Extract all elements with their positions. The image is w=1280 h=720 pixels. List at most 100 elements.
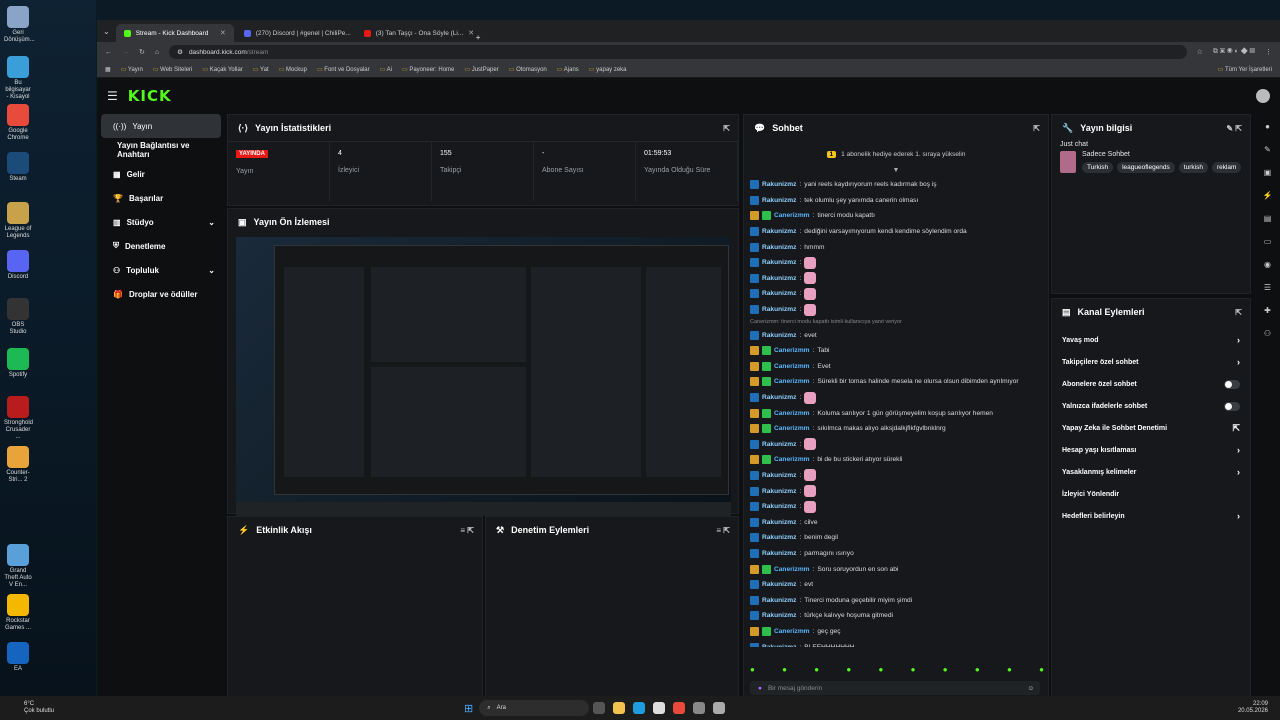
star-icon[interactable]: ☆ <box>1197 48 1203 56</box>
stream-tag[interactable]: Turkish <box>1082 162 1114 173</box>
chat-message[interactable]: Rakunizmz: <box>750 286 1046 302</box>
url-field[interactable]: ⚙ dashboard.kick.com/stream <box>169 45 1187 59</box>
browser-tab[interactable]: (3) Tan Taşçı - Ona Söyle (Li... ✕ <box>356 24 474 42</box>
channel-action-row[interactable]: Yasaklanmış kelimeler › <box>1052 461 1250 483</box>
sidebar-item[interactable]: ⛨ Denetleme <box>101 234 221 258</box>
toggle-switch[interactable] <box>1224 401 1240 411</box>
sidebar-item[interactable]: ⚇ Topluluk ⌄ <box>101 258 221 282</box>
chat-username[interactable]: Rakunizmz <box>762 581 796 588</box>
channel-action-row[interactable]: Hedefleri belirleyin › <box>1052 505 1250 527</box>
chat-message[interactable]: Canerizmm: Soru soruyordun en son abi <box>750 561 1046 577</box>
stream-preview[interactable] <box>236 237 731 516</box>
chat-username[interactable]: Rakunizmz <box>762 534 796 541</box>
popout-icon[interactable]: ⇱ <box>723 124 730 133</box>
chat-message[interactable]: Rakunizmz: evt <box>750 577 1046 593</box>
chat-message[interactable]: Rakunizmz: hmmm <box>750 239 1046 255</box>
audio-rail-icon[interactable]: ◉ <box>1264 260 1271 269</box>
chat-username[interactable]: Canerizmm <box>774 425 810 432</box>
toggle-switch[interactable] <box>1224 379 1240 389</box>
chat-message[interactable]: Rakunizmz: <box>750 255 1046 271</box>
chat-message[interactable]: Rakunizmz: türkçe kalıvye hoşuma gitmedi <box>750 608 1046 624</box>
filter-icon[interactable]: ≡ ⇱ <box>460 526 474 535</box>
store-icon[interactable] <box>653 702 666 714</box>
site-info-icon[interactable]: ⚙ <box>177 48 183 56</box>
chat-username[interactable]: Rakunizmz <box>762 290 796 297</box>
windows-start-icon[interactable]: ⊞ <box>464 702 473 715</box>
chat-message[interactable]: Rakunizmz: <box>750 483 1046 499</box>
users-rail-icon[interactable]: ⚇ <box>1264 329 1271 338</box>
popout-icon[interactable]: ⇱ <box>1033 124 1040 133</box>
chat-username[interactable]: Rakunizmz <box>762 441 796 448</box>
emote-quick-icon[interactable]: ● <box>1007 665 1012 674</box>
sidebar-item[interactable]: ▦ Gelir <box>101 162 221 186</box>
collapse-icon[interactable]: ▼ <box>744 167 1048 174</box>
chat-username[interactable]: Rakunizmz <box>762 259 796 266</box>
channel-action-row[interactable]: Hesap yaşı kısıtlaması › <box>1052 439 1250 461</box>
weather-widget[interactable]: 6°C Çok bulutlu <box>10 701 54 715</box>
browser-tab[interactable]: Stream - Kick Dashboard ✕ <box>115 24 234 42</box>
chat-username[interactable]: Rakunizmz <box>762 306 796 313</box>
chat-username[interactable]: Rakunizmz <box>762 472 796 479</box>
stream-tag[interactable]: turkish <box>1178 162 1208 173</box>
kick-logo[interactable]: KICK <box>128 87 172 105</box>
chat-message[interactable]: Canerizmm: sıkılmca makas alıyo alksjdalk… <box>750 421 1046 437</box>
chat-message[interactable]: Canerizmm: Tabi <box>750 343 1046 359</box>
bolt-rail-icon[interactable]: ⚡ <box>1263 191 1273 200</box>
sidebar-item[interactable]: ((·)) Yayın <box>101 114 221 138</box>
camera-rail-icon[interactable]: ▣ <box>1264 168 1272 177</box>
chat-username[interactable]: Canerizmm <box>774 212 810 219</box>
stream-tag[interactable]: reklam <box>1211 162 1242 173</box>
chat-username[interactable]: Rakunizmz <box>762 228 796 235</box>
chat-username[interactable]: Rakunizmz <box>762 644 796 647</box>
chat-username[interactable]: Canerizmm <box>774 410 810 417</box>
chat-username[interactable]: Rakunizmz <box>762 519 796 526</box>
bookmark-item[interactable]: Payoneer: Home <box>402 66 454 73</box>
bookmark-item[interactable]: Yat <box>253 66 269 73</box>
bookmark-all[interactable]: Tüm Yer İşaretleri <box>1218 66 1272 73</box>
sidebar-item[interactable]: ▥ Stüdyo ⌄ <box>101 210 221 234</box>
bookmark-item[interactable]: Font ve Dosyalar <box>317 66 369 73</box>
bookmark-item[interactable]: Yayın <box>121 66 143 73</box>
info-rail-icon[interactable]: ● <box>1265 122 1270 131</box>
desktop-icon[interactable]: Counter-Stri... 2 <box>4 446 32 484</box>
desktop-icon[interactable]: Geri Dönüşüm... <box>4 6 35 44</box>
desktop-icon[interactable]: Bu bilgisayar - Kisayol <box>4 56 32 101</box>
chat-username[interactable]: Canerizmm <box>774 628 810 635</box>
home-icon[interactable]: ⌂ <box>155 49 159 56</box>
chat-rail-icon[interactable]: ▭ <box>1264 237 1272 246</box>
chat-message[interactable]: Rakunizmz: <box>750 437 1046 453</box>
chat-message[interactable]: Canerizmm: geç geç <box>750 624 1046 640</box>
taskbar-search[interactable]: ⌕ Ara <box>479 700 590 716</box>
chat-username[interactable]: Canerizmm <box>774 363 810 370</box>
popout-icon[interactable]: ⇱ <box>1235 308 1242 317</box>
external-link-icon[interactable]: ⇱ <box>1232 423 1240 434</box>
list-rail-icon[interactable]: ☰ <box>1264 283 1271 292</box>
chat-message[interactable]: Rakunizmz: tek olumlu şey yanımda canerin… <box>750 193 1046 209</box>
chat-message[interactable]: Rakunizmz: parmagını ısırıyo <box>750 546 1046 562</box>
chat-username[interactable]: Canerizmm <box>774 566 810 573</box>
back-icon[interactable]: ← <box>105 49 112 56</box>
desktop-icon[interactable]: Discord <box>4 250 32 281</box>
new-tab-icon[interactable]: + <box>476 33 481 42</box>
chat-username[interactable]: Rakunizmz <box>762 597 796 604</box>
tab-list-icon[interactable]: ⌄ <box>103 27 110 36</box>
chat-username[interactable]: Rakunizmz <box>762 488 796 495</box>
chrome-taskbar-icon[interactable] <box>673 702 686 714</box>
bookmark-item[interactable]: JustPaper <box>464 66 499 73</box>
chat-username[interactable]: Rakunizmz <box>762 550 796 557</box>
chat-username[interactable]: Canerizmm <box>774 378 810 385</box>
desktop-icon[interactable]: Grand Theft Auto V En... <box>4 544 32 589</box>
chat-message[interactable]: Rakunizmz: <box>750 390 1046 406</box>
chat-message[interactable]: Rakunizmz: cilve <box>750 514 1046 530</box>
forward-icon[interactable]: → <box>122 49 129 56</box>
apps-icon[interactable]: ▦ <box>105 66 111 73</box>
chat-username[interactable]: Rakunizmz <box>762 503 796 510</box>
reload-icon[interactable]: ↻ <box>139 48 145 56</box>
chat-username[interactable]: Rakunizmz <box>762 394 796 401</box>
channel-action-row[interactable]: Yalnızca ifadelerle sohbet <box>1052 395 1250 417</box>
bookmark-item[interactable]: Ai <box>380 66 392 73</box>
channel-action-row[interactable]: Yapay Zeka ile Sohbet Denetimi ⇱ <box>1052 417 1250 439</box>
stream-tag[interactable]: leagueoflegends <box>1117 162 1175 173</box>
bookmark-item[interactable]: yapay zeka <box>589 66 626 73</box>
doc-rail-icon[interactable]: ▤ <box>1264 214 1272 223</box>
